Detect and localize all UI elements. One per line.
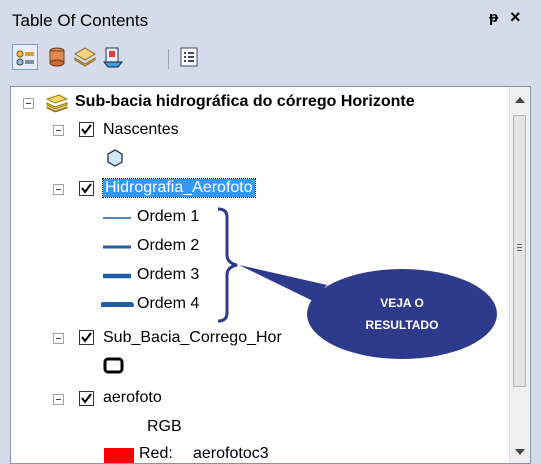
scroll-down-arrow-icon[interactable] <box>514 447 526 457</box>
list-by-selection-button[interactable] <box>100 44 126 70</box>
title-bar: Table Of Contents ᵽ × <box>0 0 541 40</box>
scrollbar-thumb[interactable] <box>513 115 526 387</box>
table-of-contents-panel: Table Of Contents ᵽ × Sub-bacia hidrográ… <box>0 0 541 464</box>
callout-line-2: RESULTADO <box>365 318 439 332</box>
toc-toolbar <box>0 40 541 84</box>
options-icon <box>180 47 198 67</box>
close-icon[interactable]: × <box>510 7 521 28</box>
list-by-selection-icon <box>102 47 124 68</box>
callout-line-1: VEJA O <box>380 296 424 310</box>
pin-icon[interactable]: ᵽ <box>489 9 498 26</box>
callout-bubble <box>307 269 497 359</box>
options-button[interactable] <box>176 44 202 70</box>
toc-tree: Sub-bacia hidrográfica do córrego Horizo… <box>10 86 531 464</box>
callout-bracket <box>217 207 238 323</box>
scroll-up-arrow-icon[interactable] <box>514 95 526 105</box>
callout-annotation <box>217 207 497 359</box>
list-by-visibility-icon <box>74 47 96 67</box>
panel-title: Table Of Contents <box>12 11 149 30</box>
toolbar-separator <box>168 49 169 69</box>
list-by-drawing-order-button[interactable] <box>12 44 38 70</box>
list-by-source-button[interactable] <box>44 44 70 70</box>
list-by-drawing-order-icon <box>16 50 34 66</box>
vertical-scrollbar[interactable] <box>509 87 530 463</box>
list-by-visibility-button[interactable] <box>72 44 98 70</box>
list-by-source-icon <box>49 47 65 67</box>
